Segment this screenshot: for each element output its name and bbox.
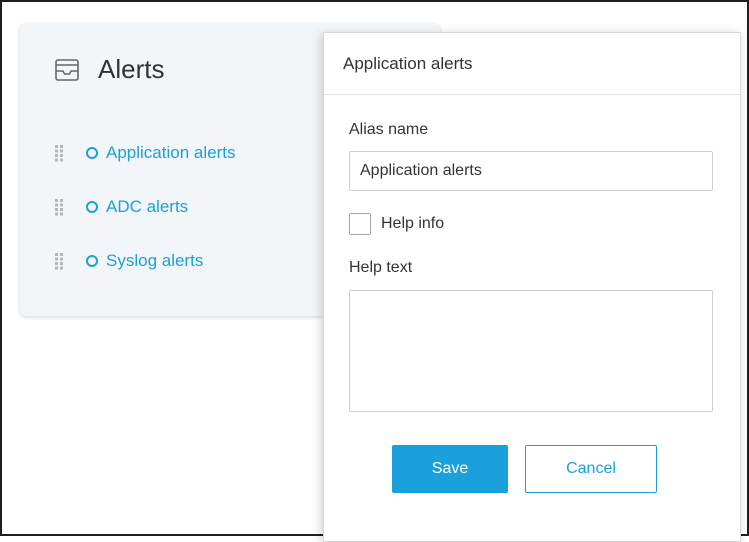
list-item-syslog-alerts[interactable]: Syslog alerts xyxy=(54,234,235,288)
panel-title: Application alerts xyxy=(343,53,473,73)
alert-list: Application alerts ADC alerts Syslog ale… xyxy=(54,126,235,288)
cancel-button[interactable]: Cancel xyxy=(525,445,657,493)
alert-label[interactable]: Syslog alerts xyxy=(106,251,203,271)
inbox-icon xyxy=(55,58,79,81)
help-info-toggle[interactable]: Help info xyxy=(349,213,444,235)
circle-icon xyxy=(86,255,98,267)
alerts-title: Alerts xyxy=(98,54,165,84)
edit-alert-panel: Application alerts Alias name Help info … xyxy=(323,32,741,542)
drag-handle-icon[interactable] xyxy=(54,144,64,162)
alias-name-label: Alias name xyxy=(349,121,429,138)
circle-icon xyxy=(86,201,98,213)
alert-label[interactable]: Application alerts xyxy=(106,143,235,163)
alert-label[interactable]: ADC alerts xyxy=(106,197,188,217)
app-frame: Alerts Application alerts ADC alerts Sys… xyxy=(0,0,749,542)
circle-icon xyxy=(86,147,98,159)
help-text-input[interactable] xyxy=(349,290,713,412)
help-info-label: Help info xyxy=(381,215,445,232)
help-info-checkbox[interactable] xyxy=(349,213,371,235)
help-text-label: Help text xyxy=(349,259,413,276)
list-item-application-alerts[interactable]: Application alerts xyxy=(54,126,235,180)
alerts-header: Alerts xyxy=(54,54,164,85)
drag-handle-icon[interactable] xyxy=(54,198,64,216)
panel-header: Application alerts xyxy=(324,33,740,95)
list-item-adc-alerts[interactable]: ADC alerts xyxy=(54,180,235,234)
drag-handle-icon[interactable] xyxy=(54,252,64,270)
save-button[interactable]: Save xyxy=(392,445,508,493)
alias-name-input[interactable] xyxy=(349,151,713,191)
